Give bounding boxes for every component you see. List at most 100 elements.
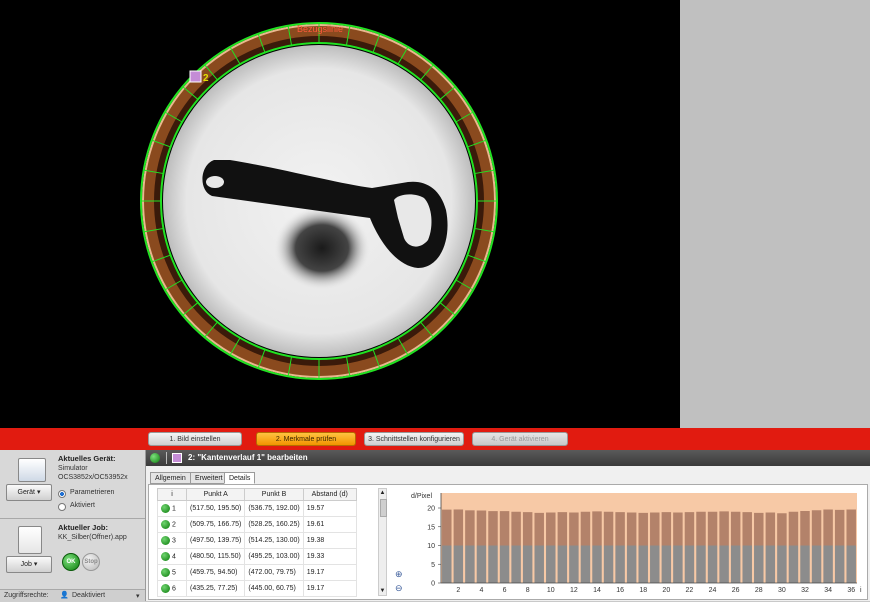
bar-lower[interactable]	[742, 545, 752, 584]
step-merkmale-pruefen[interactable]: 2. Merkmale prüfen	[256, 432, 356, 446]
bar-lower[interactable]	[626, 545, 637, 584]
table-row[interactable]: 3 (497.50, 139.75) (514.25, 130.00) 19.38	[157, 532, 357, 549]
scroll-thumb[interactable]	[380, 499, 387, 517]
image-viewer[interactable]: Bezugslinie 2	[0, 0, 680, 428]
device-button[interactable]: Gerät ▾	[6, 484, 52, 501]
col-i[interactable]: i	[157, 488, 187, 501]
bar-upper[interactable]	[719, 511, 729, 546]
bar-upper[interactable]	[557, 512, 568, 546]
mode-active-radio[interactable]	[58, 503, 66, 511]
bar-lower[interactable]	[800, 545, 810, 584]
bar-upper[interactable]	[626, 512, 637, 546]
bar-upper[interactable]	[499, 511, 510, 546]
bar-upper[interactable]	[834, 509, 845, 546]
bar-lower[interactable]	[754, 545, 764, 584]
bar-upper[interactable]	[569, 512, 579, 546]
bar-upper[interactable]	[603, 511, 614, 546]
bar-upper[interactable]	[615, 512, 625, 546]
bar-lower[interactable]	[476, 545, 487, 584]
bar-lower[interactable]	[673, 545, 683, 584]
step-bild-einstellen[interactable]: 1. Bild einstellen	[148, 432, 242, 446]
zoom-out-icon[interactable]: ⊖	[395, 583, 405, 593]
bar-lower[interactable]	[661, 545, 672, 584]
bar-upper[interactable]	[742, 512, 752, 546]
table-scrollbar[interactable]: ▲ ▼	[378, 488, 387, 596]
bar-upper[interactable]	[811, 510, 822, 546]
bar-upper[interactable]	[546, 512, 556, 546]
bar-upper[interactable]	[823, 509, 833, 546]
job-button[interactable]: Job ▾	[6, 556, 52, 573]
mode-param-radio[interactable]	[58, 490, 66, 498]
bar-upper[interactable]	[684, 512, 695, 546]
bar-upper[interactable]	[511, 511, 521, 546]
bar-upper[interactable]	[638, 512, 648, 546]
bar-upper[interactable]	[522, 512, 533, 546]
col-punkt-a[interactable]: Punkt A	[185, 488, 246, 501]
bar-upper[interactable]	[580, 511, 591, 546]
bar-lower[interactable]	[465, 545, 475, 584]
scroll-up-icon[interactable]: ▲	[379, 489, 386, 497]
feature-icon[interactable]	[189, 70, 202, 83]
bar-lower[interactable]	[534, 545, 544, 584]
bar-lower[interactable]	[777, 545, 787, 584]
access-dropdown-icon[interactable]: ▾	[136, 592, 140, 600]
bar-lower[interactable]	[603, 545, 614, 584]
tab-erweitert[interactable]: Erweitert	[190, 472, 228, 484]
bar-lower[interactable]	[765, 545, 776, 584]
bar-upper[interactable]	[754, 512, 764, 546]
bar-upper[interactable]	[465, 510, 475, 546]
table-row[interactable]: 6 (435.25, 77.25) (445.00, 60.75) 19.17	[157, 580, 357, 597]
bar-upper[interactable]	[765, 512, 776, 546]
bar-lower[interactable]	[499, 545, 510, 584]
bar-lower[interactable]	[615, 545, 625, 584]
table-row[interactable]: 1 (517.50, 195.50) (536.75, 192.00) 19.57	[157, 500, 357, 517]
bar-lower[interactable]	[811, 545, 822, 584]
ok-button[interactable]: OK	[62, 553, 80, 571]
bar-lower[interactable]	[696, 545, 706, 584]
bar-upper[interactable]	[707, 511, 718, 546]
bar-lower[interactable]	[823, 545, 833, 584]
bar-upper[interactable]	[673, 512, 683, 546]
step-schnittstellen-konfigurieren[interactable]: 3. Schnittstellen konfigurieren	[364, 432, 464, 446]
bar-lower[interactable]	[442, 545, 452, 584]
bar-lower[interactable]	[557, 545, 568, 584]
bar-lower[interactable]	[592, 545, 602, 584]
scroll-down-icon[interactable]: ▼	[379, 587, 386, 595]
bar-upper[interactable]	[453, 509, 464, 546]
bar-upper[interactable]	[800, 511, 810, 546]
bar-lower[interactable]	[569, 545, 579, 584]
bar-lower[interactable]	[638, 545, 648, 584]
bar-lower[interactable]	[707, 545, 718, 584]
bar-lower[interactable]	[453, 545, 464, 584]
bar-upper[interactable]	[777, 513, 787, 546]
bar-lower[interactable]	[488, 545, 498, 584]
bar-upper[interactable]	[476, 510, 487, 546]
zoom-in-icon[interactable]: ⊕	[395, 569, 405, 579]
bar-lower[interactable]	[730, 545, 741, 584]
bar-lower[interactable]	[511, 545, 521, 584]
col-abstand[interactable]: Abstand (d)	[302, 488, 357, 501]
stop-button[interactable]: Stop	[82, 553, 100, 571]
bar-upper[interactable]	[488, 511, 498, 546]
bar-upper[interactable]	[592, 511, 602, 546]
tab-allgemein[interactable]: Allgemein	[150, 472, 191, 484]
bar-upper[interactable]	[788, 511, 799, 546]
col-punkt-b[interactable]: Punkt B	[244, 488, 304, 501]
table-row[interactable]: 2 (509.75, 166.75) (528.25, 160.25) 19.61	[157, 516, 357, 533]
tab-details[interactable]: Details	[224, 472, 256, 484]
bar-lower[interactable]	[719, 545, 729, 584]
bar-upper[interactable]	[696, 511, 706, 546]
table-row[interactable]: 4 (480.50, 115.50) (495.25, 103.00) 19.33	[157, 548, 357, 565]
bar-lower[interactable]	[522, 545, 533, 584]
bar-lower[interactable]	[580, 545, 591, 584]
bar-lower[interactable]	[546, 545, 556, 584]
bar-lower[interactable]	[684, 545, 695, 584]
table-row[interactable]: 5 (459.75, 94.50) (472.00, 79.75) 19.17	[157, 564, 357, 581]
bar-upper[interactable]	[650, 512, 660, 546]
bar-lower[interactable]	[788, 545, 799, 584]
bar-lower[interactable]	[846, 545, 856, 584]
bar-lower[interactable]	[650, 545, 660, 584]
bar-upper[interactable]	[534, 512, 544, 546]
bar-upper[interactable]	[730, 511, 741, 546]
bar-lower[interactable]	[834, 545, 845, 584]
